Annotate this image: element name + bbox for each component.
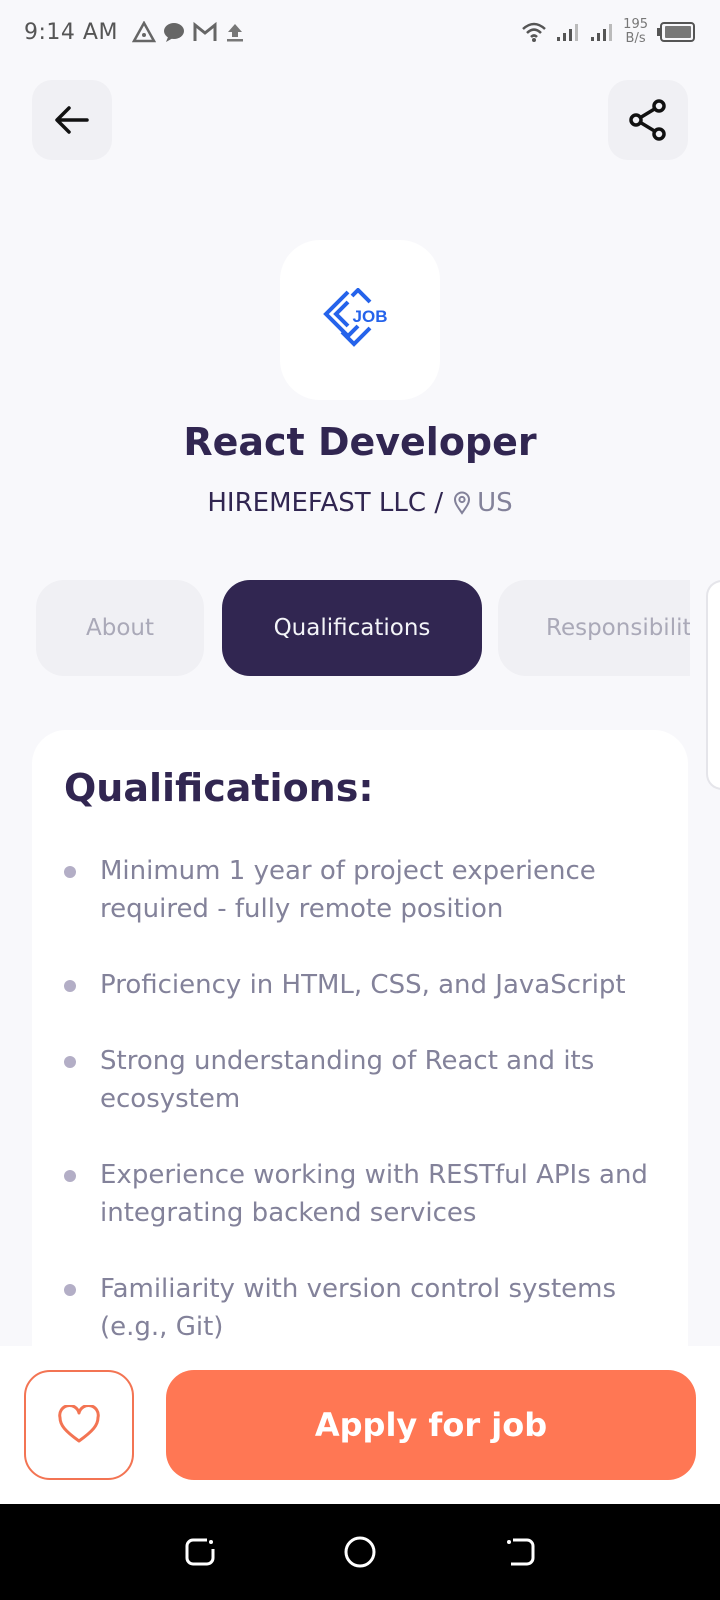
location: US	[453, 488, 513, 518]
company-location-row: HIREMEFAST LLC / US	[0, 488, 720, 518]
app-notification-icon	[131, 21, 156, 43]
signal-icon-2	[591, 24, 613, 41]
tab-about[interactable]: About	[36, 580, 204, 676]
list-item: Minimum 1 year of project experience req…	[64, 852, 656, 928]
back-button[interactable]	[32, 80, 112, 160]
bullet	[64, 1056, 76, 1068]
job-title: React Developer	[183, 420, 537, 464]
tab-qualifications[interactable]: Qualifications	[222, 580, 482, 676]
location-pin-icon	[454, 491, 471, 515]
company-name: HIREMEFAST LLC /	[207, 488, 444, 518]
upload-icon	[226, 24, 243, 42]
bullet	[64, 1170, 76, 1182]
heart-icon	[58, 1405, 100, 1443]
list-item: Proficiency in HTML, CSS, and JavaScript	[64, 966, 656, 1004]
favorite-button[interactable]	[24, 1370, 134, 1480]
recent-apps-icon[interactable]	[183, 1535, 217, 1569]
net-speed: 195 B/s	[623, 17, 648, 46]
company-logo: JOB	[280, 240, 440, 400]
bullet	[64, 980, 76, 992]
battery-icon	[657, 22, 695, 42]
signal-icon	[557, 24, 579, 41]
system-nav-bar	[0, 1504, 720, 1600]
edge-panel-handle[interactable]	[706, 580, 720, 790]
share-button[interactable]	[608, 80, 688, 160]
list-item: Experience working with RESTful APIs and…	[64, 1156, 656, 1232]
bullet	[64, 1284, 76, 1296]
list-item: Strong understanding of React and its ec…	[64, 1042, 656, 1118]
footer: Apply for job	[0, 1346, 720, 1504]
chat-icon	[163, 23, 184, 42]
qualifications-list: Minimum 1 year of project experience req…	[64, 852, 656, 1346]
wifi-icon	[522, 22, 547, 42]
status-bar: 9:14 AM 195 B/s	[0, 0, 720, 64]
section-heading: Qualifications:	[64, 766, 374, 810]
back-nav-icon[interactable]	[503, 1535, 537, 1569]
apply-button[interactable]: Apply for job	[166, 1370, 696, 1480]
status-time: 9:14 AM	[24, 19, 118, 45]
arrow-left-icon	[55, 106, 89, 134]
tab-bar: About Qualifications Responsibilities	[36, 580, 690, 676]
location-text: US	[477, 488, 513, 518]
job-logo-icon: JOB	[323, 288, 388, 347]
gmail-icon	[193, 21, 217, 41]
tab-responsibilities[interactable]: Responsibilities	[498, 580, 690, 676]
home-icon[interactable]	[342, 1534, 378, 1570]
list-item: Familiarity with version control systems…	[64, 1270, 656, 1346]
qualifications-card: Qualifications: Minimum 1 year of projec…	[32, 730, 688, 1430]
bullet	[64, 866, 76, 878]
share-icon	[629, 99, 666, 141]
svg-text:JOB: JOB	[353, 307, 388, 326]
